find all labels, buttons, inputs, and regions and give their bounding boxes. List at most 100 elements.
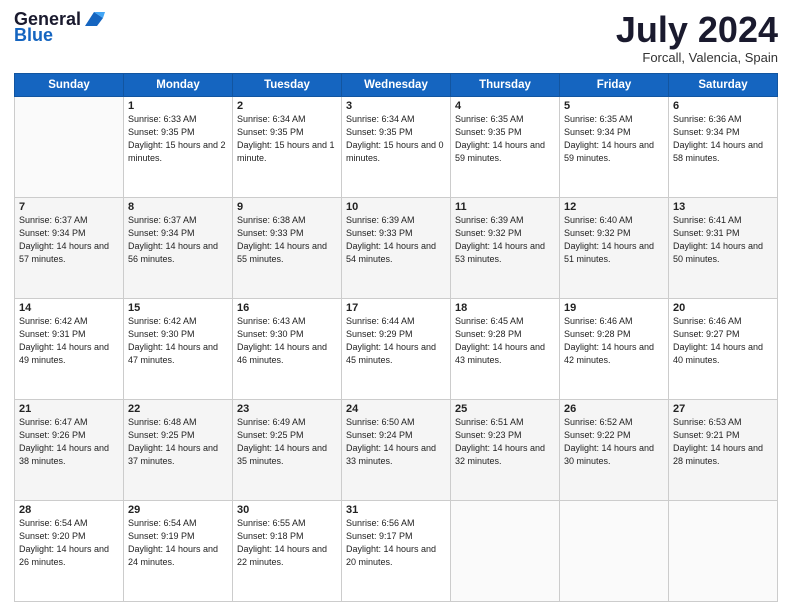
day-info: Sunrise: 6:44 AMSunset: 9:29 PMDaylight:… bbox=[346, 315, 446, 367]
day-number: 24 bbox=[346, 403, 446, 415]
day-info: Sunrise: 6:41 AMSunset: 9:31 PMDaylight:… bbox=[673, 214, 773, 266]
day-number: 18 bbox=[455, 302, 555, 314]
day-info: Sunrise: 6:46 AMSunset: 9:27 PMDaylight:… bbox=[673, 315, 773, 367]
day-info: Sunrise: 6:50 AMSunset: 9:24 PMDaylight:… bbox=[346, 416, 446, 468]
calendar-cell: 20Sunrise: 6:46 AMSunset: 9:27 PMDayligh… bbox=[669, 298, 778, 399]
day-number: 8 bbox=[128, 201, 228, 213]
day-number: 21 bbox=[19, 403, 119, 415]
day-info: Sunrise: 6:52 AMSunset: 9:22 PMDaylight:… bbox=[564, 416, 664, 468]
month-title: July 2024 bbox=[616, 10, 778, 50]
calendar-cell: 18Sunrise: 6:45 AMSunset: 9:28 PMDayligh… bbox=[451, 298, 560, 399]
day-number: 29 bbox=[128, 504, 228, 516]
day-number: 3 bbox=[346, 100, 446, 112]
location: Forcall, Valencia, Spain bbox=[616, 50, 778, 65]
calendar-cell: 19Sunrise: 6:46 AMSunset: 9:28 PMDayligh… bbox=[560, 298, 669, 399]
day-info: Sunrise: 6:54 AMSunset: 9:20 PMDaylight:… bbox=[19, 517, 119, 569]
day-info: Sunrise: 6:54 AMSunset: 9:19 PMDaylight:… bbox=[128, 517, 228, 569]
header: General Blue July 2024 Forcall, Valencia… bbox=[14, 10, 778, 65]
calendar-cell bbox=[451, 500, 560, 601]
calendar-cell: 14Sunrise: 6:42 AMSunset: 9:31 PMDayligh… bbox=[15, 298, 124, 399]
day-number: 4 bbox=[455, 100, 555, 112]
day-info: Sunrise: 6:38 AMSunset: 9:33 PMDaylight:… bbox=[237, 214, 337, 266]
calendar-header-row: SundayMondayTuesdayWednesdayThursdayFrid… bbox=[15, 73, 778, 96]
day-number: 28 bbox=[19, 504, 119, 516]
calendar-cell: 27Sunrise: 6:53 AMSunset: 9:21 PMDayligh… bbox=[669, 399, 778, 500]
calendar-cell: 9Sunrise: 6:38 AMSunset: 9:33 PMDaylight… bbox=[233, 197, 342, 298]
day-info: Sunrise: 6:45 AMSunset: 9:28 PMDaylight:… bbox=[455, 315, 555, 367]
day-number: 15 bbox=[128, 302, 228, 314]
calendar-cell: 12Sunrise: 6:40 AMSunset: 9:32 PMDayligh… bbox=[560, 197, 669, 298]
day-number: 12 bbox=[564, 201, 664, 213]
calendar-cell: 1Sunrise: 6:33 AMSunset: 9:35 PMDaylight… bbox=[124, 96, 233, 197]
day-info: Sunrise: 6:47 AMSunset: 9:26 PMDaylight:… bbox=[19, 416, 119, 468]
day-header-monday: Monday bbox=[124, 73, 233, 96]
calendar-week-row: 14Sunrise: 6:42 AMSunset: 9:31 PMDayligh… bbox=[15, 298, 778, 399]
day-number: 19 bbox=[564, 302, 664, 314]
day-number: 7 bbox=[19, 201, 119, 213]
calendar-cell: 6Sunrise: 6:36 AMSunset: 9:34 PMDaylight… bbox=[669, 96, 778, 197]
day-header-wednesday: Wednesday bbox=[342, 73, 451, 96]
day-number: 25 bbox=[455, 403, 555, 415]
calendar-cell: 26Sunrise: 6:52 AMSunset: 9:22 PMDayligh… bbox=[560, 399, 669, 500]
day-info: Sunrise: 6:33 AMSunset: 9:35 PMDaylight:… bbox=[128, 113, 228, 165]
day-number: 20 bbox=[673, 302, 773, 314]
day-number: 14 bbox=[19, 302, 119, 314]
calendar-cell: 22Sunrise: 6:48 AMSunset: 9:25 PMDayligh… bbox=[124, 399, 233, 500]
calendar-cell: 24Sunrise: 6:50 AMSunset: 9:24 PMDayligh… bbox=[342, 399, 451, 500]
day-info: Sunrise: 6:34 AMSunset: 9:35 PMDaylight:… bbox=[237, 113, 337, 165]
calendar-cell bbox=[15, 96, 124, 197]
day-info: Sunrise: 6:53 AMSunset: 9:21 PMDaylight:… bbox=[673, 416, 773, 468]
day-header-saturday: Saturday bbox=[669, 73, 778, 96]
logo: General Blue bbox=[14, 10, 105, 44]
calendar-week-row: 1Sunrise: 6:33 AMSunset: 9:35 PMDaylight… bbox=[15, 96, 778, 197]
day-number: 26 bbox=[564, 403, 664, 415]
day-info: Sunrise: 6:56 AMSunset: 9:17 PMDaylight:… bbox=[346, 517, 446, 569]
day-info: Sunrise: 6:43 AMSunset: 9:30 PMDaylight:… bbox=[237, 315, 337, 367]
day-info: Sunrise: 6:55 AMSunset: 9:18 PMDaylight:… bbox=[237, 517, 337, 569]
day-info: Sunrise: 6:42 AMSunset: 9:31 PMDaylight:… bbox=[19, 315, 119, 367]
day-number: 27 bbox=[673, 403, 773, 415]
day-number: 16 bbox=[237, 302, 337, 314]
day-number: 2 bbox=[237, 100, 337, 112]
day-number: 6 bbox=[673, 100, 773, 112]
day-header-friday: Friday bbox=[560, 73, 669, 96]
calendar-cell: 29Sunrise: 6:54 AMSunset: 9:19 PMDayligh… bbox=[124, 500, 233, 601]
day-number: 10 bbox=[346, 201, 446, 213]
day-number: 5 bbox=[564, 100, 664, 112]
calendar-cell: 21Sunrise: 6:47 AMSunset: 9:26 PMDayligh… bbox=[15, 399, 124, 500]
calendar-cell: 16Sunrise: 6:43 AMSunset: 9:30 PMDayligh… bbox=[233, 298, 342, 399]
day-info: Sunrise: 6:48 AMSunset: 9:25 PMDaylight:… bbox=[128, 416, 228, 468]
calendar-cell: 7Sunrise: 6:37 AMSunset: 9:34 PMDaylight… bbox=[15, 197, 124, 298]
day-number: 23 bbox=[237, 403, 337, 415]
day-header-tuesday: Tuesday bbox=[233, 73, 342, 96]
day-number: 13 bbox=[673, 201, 773, 213]
calendar-cell bbox=[669, 500, 778, 601]
day-number: 9 bbox=[237, 201, 337, 213]
calendar-cell: 15Sunrise: 6:42 AMSunset: 9:30 PMDayligh… bbox=[124, 298, 233, 399]
day-number: 30 bbox=[237, 504, 337, 516]
page: General Blue July 2024 Forcall, Valencia… bbox=[0, 0, 792, 612]
day-number: 17 bbox=[346, 302, 446, 314]
calendar-cell: 10Sunrise: 6:39 AMSunset: 9:33 PMDayligh… bbox=[342, 197, 451, 298]
day-info: Sunrise: 6:42 AMSunset: 9:30 PMDaylight:… bbox=[128, 315, 228, 367]
day-number: 31 bbox=[346, 504, 446, 516]
calendar-cell: 13Sunrise: 6:41 AMSunset: 9:31 PMDayligh… bbox=[669, 197, 778, 298]
logo-blue-text: Blue bbox=[14, 26, 53, 44]
day-info: Sunrise: 6:37 AMSunset: 9:34 PMDaylight:… bbox=[19, 214, 119, 266]
calendar-cell: 17Sunrise: 6:44 AMSunset: 9:29 PMDayligh… bbox=[342, 298, 451, 399]
calendar-cell: 28Sunrise: 6:54 AMSunset: 9:20 PMDayligh… bbox=[15, 500, 124, 601]
day-info: Sunrise: 6:39 AMSunset: 9:32 PMDaylight:… bbox=[455, 214, 555, 266]
calendar-table: SundayMondayTuesdayWednesdayThursdayFrid… bbox=[14, 73, 778, 602]
calendar-week-row: 21Sunrise: 6:47 AMSunset: 9:26 PMDayligh… bbox=[15, 399, 778, 500]
day-number: 22 bbox=[128, 403, 228, 415]
calendar-week-row: 7Sunrise: 6:37 AMSunset: 9:34 PMDaylight… bbox=[15, 197, 778, 298]
calendar-cell: 30Sunrise: 6:55 AMSunset: 9:18 PMDayligh… bbox=[233, 500, 342, 601]
calendar-cell: 23Sunrise: 6:49 AMSunset: 9:25 PMDayligh… bbox=[233, 399, 342, 500]
day-info: Sunrise: 6:51 AMSunset: 9:23 PMDaylight:… bbox=[455, 416, 555, 468]
calendar-week-row: 28Sunrise: 6:54 AMSunset: 9:20 PMDayligh… bbox=[15, 500, 778, 601]
day-info: Sunrise: 6:37 AMSunset: 9:34 PMDaylight:… bbox=[128, 214, 228, 266]
logo-icon bbox=[83, 10, 105, 28]
day-info: Sunrise: 6:36 AMSunset: 9:34 PMDaylight:… bbox=[673, 113, 773, 165]
day-header-thursday: Thursday bbox=[451, 73, 560, 96]
day-info: Sunrise: 6:49 AMSunset: 9:25 PMDaylight:… bbox=[237, 416, 337, 468]
